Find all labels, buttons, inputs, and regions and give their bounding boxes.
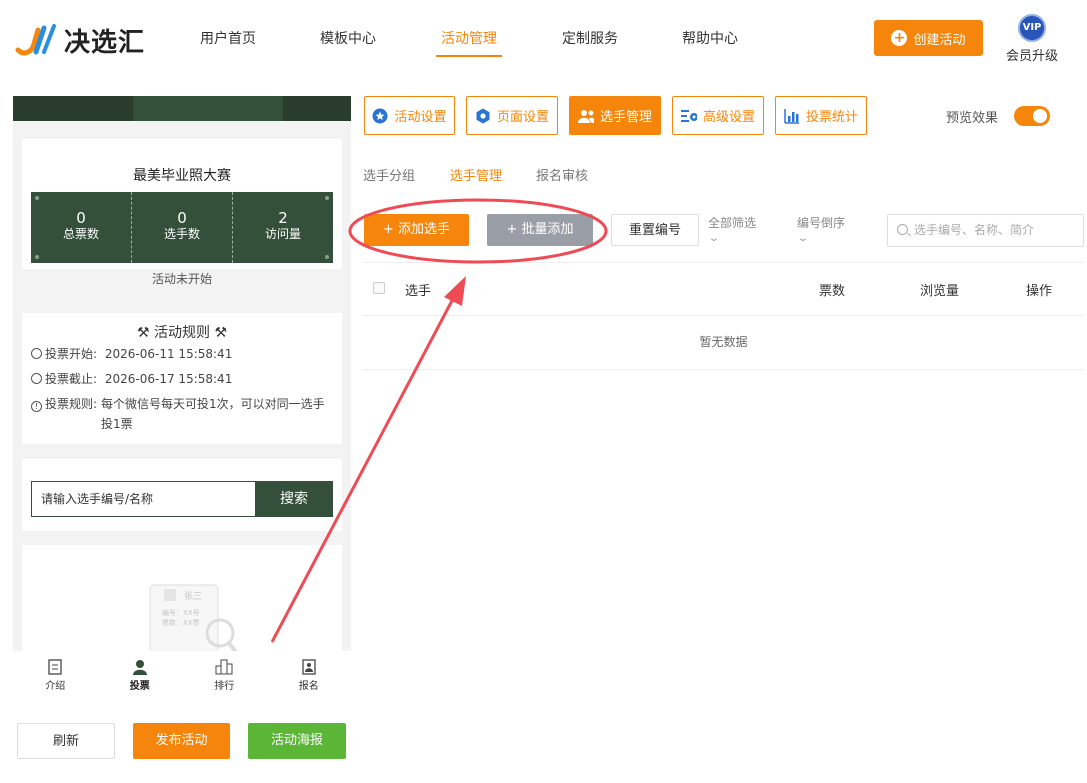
activity-status: 活动未开始 (151, 272, 212, 286)
rule-vote-policy: ! 投票规则: 每个微信号每天可投1次，可以对同一选手投1票 (31, 394, 331, 434)
plus-circle-icon: + (891, 30, 908, 46)
chevron-down-icon: ⌄ (708, 233, 720, 244)
ranking-icon (182, 657, 267, 677)
gear-icon (475, 108, 491, 124)
activity-poster-button[interactable]: 活动海报 (248, 723, 346, 759)
top-header: 决选汇 用户首页 模板中心 活动管理 定制服务 帮助中心 + 创建活动 VIP … (0, 0, 1087, 78)
rules-title: ⚒ 活动规则 ⚒ (136, 325, 228, 341)
sort-dropdown[interactable]: 编号倒序 ⌄ (797, 215, 845, 247)
gavel-icon-right: ⚒ (214, 325, 228, 341)
publish-activity-button[interactable]: 发布活动 (133, 723, 230, 759)
contestant-search-input[interactable]: 请输入选手编号/名称 (31, 481, 255, 517)
subtab-contestant-groups[interactable]: 选手分组 (363, 165, 415, 184)
nav-template-center[interactable]: 模板中心 (320, 28, 376, 48)
select-all-checkbox[interactable] (373, 282, 385, 294)
logo-text: 决选汇 (64, 27, 146, 58)
star-icon (372, 108, 388, 124)
advanced-settings-icon (680, 108, 697, 124)
users-icon (577, 108, 594, 124)
filter-all-dropdown[interactable]: 全部筛选 ⌄ (708, 215, 756, 247)
signup-icon (267, 657, 352, 677)
empty-table-row: 暂无数据 (363, 316, 1084, 370)
refresh-button[interactable]: 刷新 (17, 723, 115, 759)
nav-activity-management[interactable]: 活动管理 (441, 28, 497, 48)
vip-upgrade[interactable]: VIP 会员升级 (1005, 14, 1059, 64)
nav-active-underline (436, 55, 502, 57)
empty-contestant-card: 张三 编号：XX号 票数：XX票 (22, 545, 342, 666)
subtab-contestant-management[interactable]: 选手管理 (450, 165, 502, 184)
column-views: 浏览量 (920, 284, 960, 299)
stat-visits: 2 访问量 (232, 192, 333, 263)
contestant-filter-search[interactable]: 选手编号、名称、简介 (887, 214, 1084, 247)
rule-vote-end: 投票截止: 2026-06-17 15:58:41 (31, 369, 232, 389)
vip-badge-icon: VIP (1018, 14, 1046, 42)
logo[interactable]: 决选汇 (14, 20, 145, 60)
preview-tabbar: 介绍 投票 排行 报名 (13, 651, 351, 702)
rules-card: ⚒ 活动规则 ⚒ 投票开始: 2026-06-11 15:58:41 投票截止:… (22, 313, 342, 444)
logo-icon (14, 22, 60, 58)
tab-intro[interactable]: 介绍 (13, 651, 98, 702)
add-contestant-button[interactable]: + 添加选手 (364, 214, 469, 246)
batch-add-button[interactable]: + 批量添加 (487, 214, 593, 246)
banner-image (13, 96, 351, 121)
search-card: 请输入选手编号/名称 搜索 (22, 459, 342, 531)
user-icon (98, 657, 183, 677)
tab-vote[interactable]: 投票 (98, 651, 183, 702)
clock-icon (31, 373, 42, 384)
subtab-signup-review[interactable]: 报名审核 (536, 165, 588, 184)
create-activity-button[interactable]: + 创建活动 (874, 20, 983, 56)
stat-total-votes: 0 总票数 (62, 209, 99, 241)
create-activity-label: 创建活动 (913, 32, 966, 48)
nav-help-center[interactable]: 帮助中心 (682, 28, 738, 48)
column-votes: 票数 (819, 284, 846, 299)
stat-contestants: 0 选手数 (131, 192, 232, 263)
nav-custom-service[interactable]: 定制服务 (562, 28, 618, 48)
tab-signup[interactable]: 报名 (267, 651, 352, 702)
toggle-knob (1033, 109, 1047, 123)
column-actions: 操作 (1026, 284, 1053, 299)
info-icon: ! (31, 401, 42, 412)
clock-icon (31, 348, 42, 359)
intro-icon (13, 657, 98, 677)
contestant-management-button[interactable]: 选手管理 (569, 96, 661, 135)
mobile-preview: 最美毕业照大赛 0 总票数 0 选手数 2 访问量 活动未开始 ⚒ 活动规则 ⚒… (13, 96, 351, 702)
preview-effect-label: 预览效果 (946, 111, 999, 126)
vip-label: 会员升级 (1005, 49, 1058, 64)
chevron-down-icon: ⌄ (797, 233, 809, 244)
rule-vote-start: 投票开始: 2026-06-11 15:58:41 (31, 344, 232, 364)
nav-user-home[interactable]: 用户首页 (200, 28, 256, 48)
activity-info-card: 最美毕业照大赛 0 总票数 0 选手数 2 访问量 活动未开始 (22, 139, 342, 286)
search-icon (897, 224, 908, 235)
page-settings-button[interactable]: 页面设置 (466, 96, 558, 135)
tab-ranking[interactable]: 排行 (182, 651, 267, 702)
table-header: 选手 票数 浏览量 操作 (363, 262, 1084, 316)
advanced-settings-button[interactable]: 高级设置 (672, 96, 764, 135)
activity-settings-button[interactable]: 活动设置 (364, 96, 455, 135)
stats-panel: 0 总票数 0 选手数 2 访问量 (31, 192, 333, 263)
gavel-icon: ⚒ (136, 325, 150, 341)
preview-effect-toggle[interactable] (1014, 106, 1050, 126)
reset-numbering-button[interactable]: 重置编号 (611, 214, 699, 246)
column-contestant: 选手 (405, 284, 432, 299)
contestant-search-button[interactable]: 搜索 (255, 481, 333, 517)
bar-chart-icon (784, 108, 800, 124)
vote-statistics-button[interactable]: 投票统计 (775, 96, 867, 135)
activity-title: 最美毕业照大赛 (133, 168, 231, 184)
